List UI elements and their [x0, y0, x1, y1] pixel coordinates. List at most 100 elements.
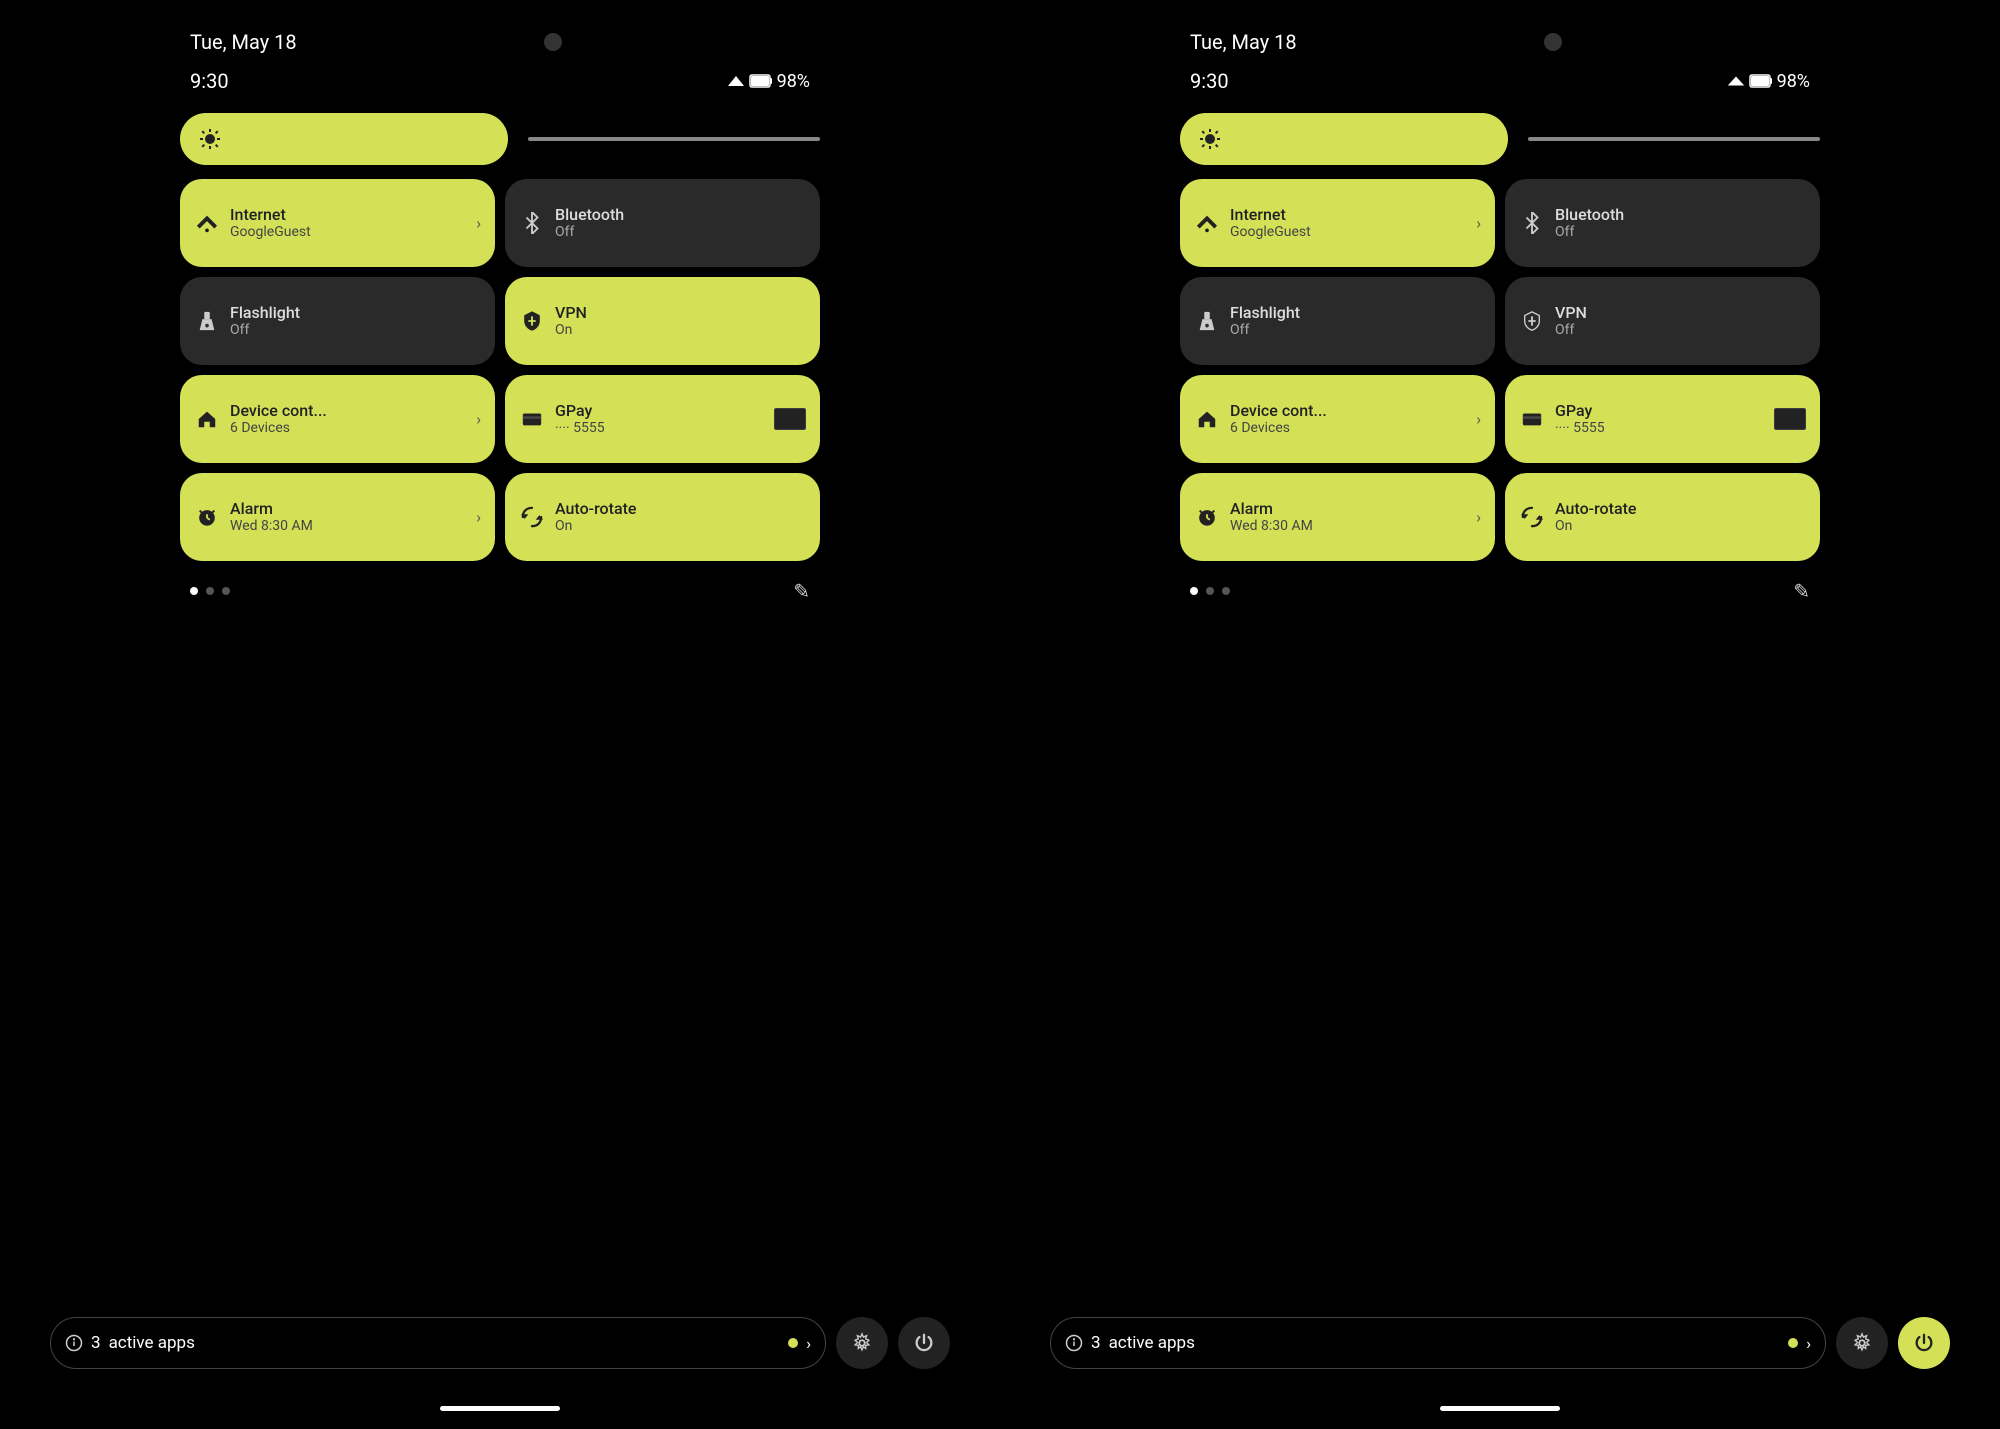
tile-flashlight-title-right: Flashlight: [1230, 303, 1300, 322]
time-battery-right: 9:30 98%: [1180, 64, 1820, 113]
edit-icon-right[interactable]: ✎: [1793, 579, 1810, 603]
tile-device-right[interactable]: Device cont... 6 Devices ›: [1180, 375, 1495, 463]
vpn-tile-icon-left: [521, 310, 543, 332]
dot-3-left[interactable]: [222, 587, 230, 595]
dot-2-left[interactable]: [206, 587, 214, 595]
tile-autorotate-title-right: Auto-rotate: [1555, 499, 1636, 518]
active-apps-dot-right: [1788, 1338, 1798, 1348]
tile-internet-left[interactable]: Internet GoogleGuest ›: [180, 179, 495, 267]
tile-alarm-subtitle-left: Wed 8:30 AM: [230, 518, 313, 535]
tile-gpay-subtitle-left: ···· 5555: [555, 420, 605, 437]
tile-flashlight-title-left: Flashlight: [230, 303, 300, 322]
power-icon-left: [913, 1332, 935, 1354]
tile-alarm-arrow-left: ›: [476, 508, 481, 527]
tile-internet-arrow-right: ›: [1476, 214, 1481, 233]
tile-device-subtitle-right: 6 Devices: [1230, 420, 1327, 437]
tile-internet-text-right: Internet GoogleGuest: [1230, 205, 1311, 241]
bottom-bar-right: 3 active apps ›: [1050, 1317, 1950, 1369]
brightness-icon-right: [1198, 127, 1222, 151]
battery-percent-left: 98%: [777, 71, 810, 92]
tile-vpn-left[interactable]: VPN On: [505, 277, 820, 365]
settings-icon-left: [851, 1332, 873, 1354]
camera-dot-right: [1544, 33, 1562, 51]
tile-autorotate-text-right: Auto-rotate On: [1555, 499, 1636, 535]
status-bar-left: Tue, May 18: [180, 0, 820, 64]
wifi-tile-icon-right: [1196, 212, 1218, 234]
alarm-tile-icon-left: [196, 506, 218, 528]
tile-gpay-left[interactable]: GPay ···· 5555: [505, 375, 820, 463]
brightness-pill-right[interactable]: [1180, 113, 1508, 165]
edit-icon-left[interactable]: ✎: [793, 579, 810, 603]
tile-flashlight-left[interactable]: Flashlight Off: [180, 277, 495, 365]
active-apps-pill-left[interactable]: 3 active apps ›: [50, 1317, 826, 1369]
dot-1-right[interactable]: [1190, 587, 1198, 595]
active-apps-label-left: active apps: [109, 1333, 195, 1353]
camera-dot-left: [544, 33, 562, 51]
tile-device-left[interactable]: Device cont... 6 Devices ›: [180, 375, 495, 463]
tile-gpay-text-left: GPay ···· 5555: [555, 401, 605, 437]
tile-gpay-right[interactable]: GPay ···· 5555: [1505, 375, 1820, 463]
vpn-tile-icon-right: [1521, 310, 1543, 332]
tile-gpay-title-right: GPay: [1555, 401, 1605, 420]
power-icon-right: [1913, 1332, 1935, 1354]
tile-flashlight-right[interactable]: Flashlight Off: [1180, 277, 1495, 365]
tile-internet-right[interactable]: Internet GoogleGuest ›: [1180, 179, 1495, 267]
tile-bluetooth-left[interactable]: Bluetooth Off: [505, 179, 820, 267]
tile-vpn-title-right: VPN: [1555, 303, 1587, 322]
flashlight-tile-icon-right: [1196, 310, 1218, 332]
brightness-track-left[interactable]: [528, 137, 820, 141]
wifi-icon-left: [727, 74, 745, 88]
active-apps-count-left: 3: [91, 1333, 101, 1353]
dot-1-left[interactable]: [190, 587, 198, 595]
active-apps-dot-left: [788, 1338, 798, 1348]
active-apps-pill-right[interactable]: 3 active apps ›: [1050, 1317, 1826, 1369]
brightness-row-left: [180, 113, 820, 165]
brightness-pill-left[interactable]: [180, 113, 508, 165]
tile-flashlight-subtitle-left: Off: [230, 322, 300, 339]
time-left: 9:30: [190, 69, 229, 93]
tile-bluetooth-title-left: Bluetooth: [555, 205, 624, 224]
tile-bluetooth-text-right: Bluetooth Off: [1555, 205, 1624, 241]
screens-container: Tue, May 18 9:30 98%: [0, 0, 2000, 1429]
dots-row-left: ✎: [180, 561, 820, 603]
bluetooth-tile-icon-left: [521, 212, 543, 234]
dot-3-right[interactable]: [1222, 587, 1230, 595]
tile-autorotate-right[interactable]: Auto-rotate On: [1505, 473, 1820, 561]
tile-gpay-text-right: GPay ···· 5555: [1555, 401, 1605, 437]
rotate-tile-icon-left: [521, 506, 543, 528]
dot-2-right[interactable]: [1206, 587, 1214, 595]
power-button-left[interactable]: [898, 1317, 950, 1369]
tile-alarm-left[interactable]: Alarm Wed 8:30 AM ›: [180, 473, 495, 561]
tile-alarm-right[interactable]: Alarm Wed 8:30 AM ›: [1180, 473, 1495, 561]
tile-vpn-right[interactable]: VPN Off: [1505, 277, 1820, 365]
card-tile-icon-right: [1521, 408, 1543, 430]
tile-bluetooth-right[interactable]: Bluetooth Off: [1505, 179, 1820, 267]
settings-button-right[interactable]: [1836, 1317, 1888, 1369]
tile-internet-subtitle-left: GoogleGuest: [230, 224, 311, 241]
card-icon-right: [1774, 408, 1806, 430]
tile-autorotate-title-left: Auto-rotate: [555, 499, 636, 518]
tile-device-text-left: Device cont... 6 Devices: [230, 401, 327, 437]
power-button-right[interactable]: [1898, 1317, 1950, 1369]
tile-internet-arrow-left: ›: [476, 214, 481, 233]
battery-left: 98%: [727, 71, 810, 92]
tile-internet-text-left: Internet GoogleGuest: [230, 205, 311, 241]
tile-internet-title-right: Internet: [1230, 205, 1311, 224]
tile-autorotate-left[interactable]: Auto-rotate On: [505, 473, 820, 561]
tile-gpay-card-right: [1774, 408, 1806, 430]
dots-row-right: ✎: [1180, 561, 1820, 603]
settings-button-left[interactable]: [836, 1317, 888, 1369]
card-icon-left: [774, 408, 806, 430]
battery-icon-right: [1749, 74, 1773, 88]
quick-tiles-left: Internet GoogleGuest › Bluetooth Off: [180, 179, 820, 561]
settings-icon-right: [1851, 1332, 1873, 1354]
tile-vpn-text-right: VPN Off: [1555, 303, 1587, 339]
tile-device-title-left: Device cont...: [230, 401, 327, 420]
tile-alarm-subtitle-right: Wed 8:30 AM: [1230, 518, 1313, 535]
quick-tiles-right: Internet GoogleGuest › Bluetooth Off: [1180, 179, 1820, 561]
tile-vpn-title-left: VPN: [555, 303, 587, 322]
brightness-track-right[interactable]: [1528, 137, 1820, 141]
time-battery-left: 9:30 98%: [180, 64, 820, 113]
tile-flashlight-subtitle-right: Off: [1230, 322, 1300, 339]
tile-device-title-right: Device cont...: [1230, 401, 1327, 420]
